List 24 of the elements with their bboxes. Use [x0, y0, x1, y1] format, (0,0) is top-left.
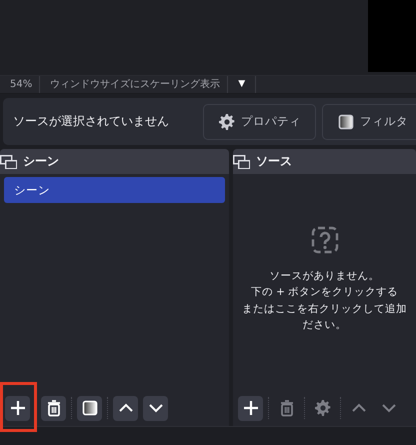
- add-button[interactable]: [238, 396, 263, 421]
- scene-item[interactable]: シーン: [4, 177, 225, 204]
- remove-button[interactable]: [41, 396, 66, 421]
- selection-status: ソースが選択されていません: [12, 113, 169, 130]
- properties-button[interactable]: プロパティ: [203, 104, 316, 140]
- dropdown-button[interactable]: ▼: [228, 76, 256, 93]
- filters-button[interactable]: フィルタ: [322, 104, 416, 140]
- scale-mode-label: ウィンドウサイズにスケーリング表示: [40, 76, 228, 93]
- zoom-level: 54%: [0, 76, 40, 93]
- gradient-square-icon: [337, 112, 355, 131]
- settings-icon: [218, 112, 236, 131]
- panel-title: ソース: [256, 153, 292, 170]
- gradient-square-icon: [80, 399, 98, 418]
- question-icon: [310, 226, 338, 254]
- panel-title: シーン: [23, 153, 59, 170]
- settings-icon: [314, 399, 332, 418]
- preview-canvas: [368, 0, 416, 72]
- move-up-button[interactable]: [113, 396, 138, 421]
- add-button[interactable]: [5, 396, 30, 421]
- plus-icon: [8, 399, 26, 418]
- empty-message: ソースがありません。 下の + ボタンをクリックする またはここを右クリックして追加 ださい。: [242, 269, 407, 334]
- move-down-button[interactable]: [143, 396, 168, 421]
- filter-button[interactable]: [77, 396, 102, 421]
- plus-icon: [242, 399, 260, 418]
